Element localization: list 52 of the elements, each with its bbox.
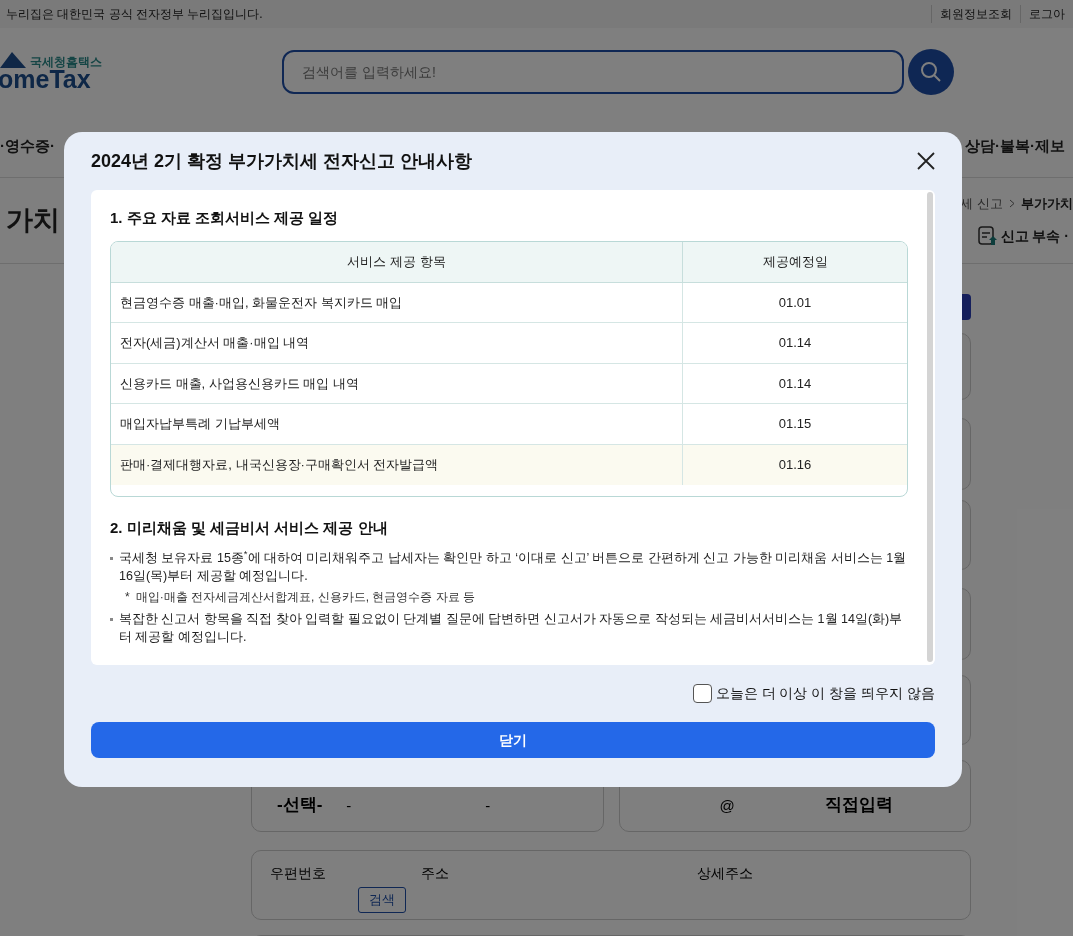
close-button[interactable] [915,150,937,172]
bullet-icon [110,618,113,621]
bullet-text: 복잡한 신고서 항목을 직접 찾아 입력할 필요없이 단계별 질문에 답변하면 신고서가 자동으로 작성되는 세금비서서비스는 1월 14일(화)부터 제공할 예정입니다. [119,611,904,646]
document-upload-icon [976,225,999,248]
breadcrumb-item[interactable]: 부가가치 [1021,193,1073,214]
table-cell-text: 01.14 [777,334,813,352]
close-dialog-button[interactable]: 닫기 [91,722,935,758]
footnote-text: 매입·매출 전자세금계산서합계표, 신용카드, 현금영수증 자료 등 [135,589,475,606]
government-notice: 누리집은 대한민국 공식 전자정부 누리집입니다. [6,6,263,23]
phone-separator: - [485,795,491,816]
field-label: 주소 [421,864,450,883]
page-title: 가치 [5,204,60,238]
column-header: 제공예정일 [761,252,829,271]
phone-prefix-select[interactable]: -선택- [277,791,323,817]
chevron-icon [1009,199,1015,208]
checkbox[interactable] [692,684,712,703]
domain-select[interactable]: 직접입력 [824,791,893,817]
field-label: 상세주소 [697,864,753,883]
table-cell-text: 01.15 [777,415,813,433]
table-cell-text: 01.16 [777,456,813,474]
table-cell: 전자(세금)계산서 매출·매입 내역 [111,323,683,363]
top-link[interactable]: 로그아 [1020,5,1073,23]
attachment-link[interactable]: 신고 부속 · [976,225,1073,248]
table-cell-text: 01.01 [777,293,813,312]
section-heading: 2. 미리채움 및 세금비서 서비스 제공 안내 [110,517,389,538]
table-cell-text: 01.14 [777,374,813,393]
column-header: 서비스 제공 항목 [111,241,683,282]
logo-caption: 국세청홈택스 [30,56,102,68]
table-cell: 신용카드 매출, 사업용신용카드 매입 내역 [111,363,683,403]
nav-link[interactable]: 상담·불복·제보 [965,135,1065,158]
table-cell: 판매·결제대행자료, 내국신용장·구매확인서 전자발급액 [111,444,683,485]
table-cell: 매입자납부특례 기납부세액 [111,404,683,444]
footnote-mark: * [125,589,130,606]
bullet-text: 국세청 보유자료 15종$^{*}$에 대하여 미리채워주고 납세자는 확인만 하고 ‘이대로 신고’ 버튼으로 간편하게 신고 가능한 미리채움 서비스는 1월 16일(목)부터 제공할 예정입니다. [119,549,907,585]
phone-separator: - [346,795,352,816]
table-cell: 현금영수증 매출·매입, 화물운전자 복지카드 매입 [111,282,683,322]
search-icon [920,61,942,83]
bullet-icon [110,557,113,560]
close-icon [917,152,935,170]
nav-link[interactable]: ·영수증· [0,135,55,158]
search-field[interactable]: 검색어를 입력하세요! [282,50,904,94]
scrollbar[interactable] [927,192,933,662]
at-sign: @ [719,795,735,816]
search-button[interactable] [908,49,954,95]
top-link[interactable]: 회원정보조회 [931,5,1020,23]
section-heading: 1. 주요 자료 조회서비스 제공 일정 [110,208,340,228]
field-label: 우편번호 [270,864,327,883]
logo-roof-icon [0,50,26,68]
dont-show-checkbox[interactable]: 오늘은 더 이상 이 창을 띄우지 않음 [692,683,935,704]
checkbox-label: 오늘은 더 이상 이 창을 띄우지 않음 [715,684,935,703]
dialog-title: 2024년 2기 확정 부가가치세 전자신고 안내사항 [91,149,473,173]
address-search-button[interactable]: 검색 [358,887,406,913]
